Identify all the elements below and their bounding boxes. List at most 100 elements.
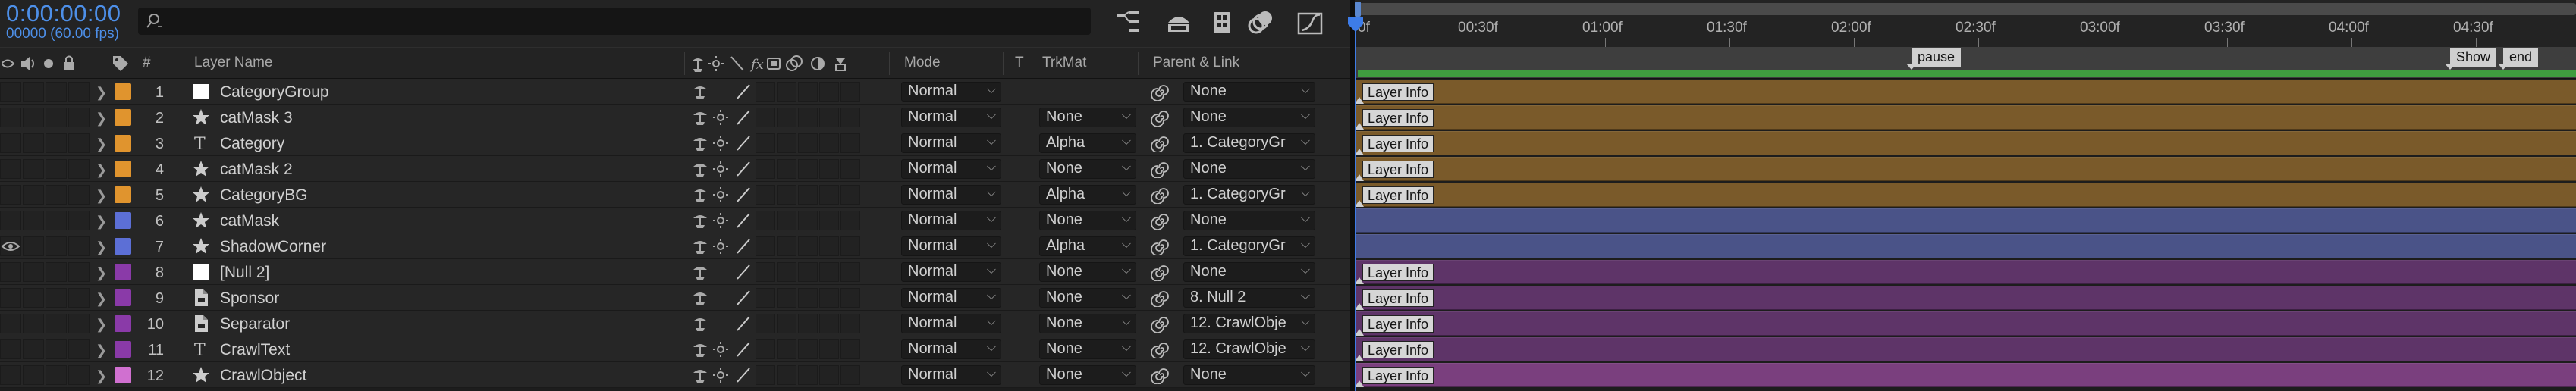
3d-layer-switch[interactable]	[840, 211, 860, 230]
audio-toggle[interactable]	[23, 314, 44, 333]
label-color-swatch[interactable]	[115, 109, 131, 126]
video-visibility-toggle[interactable]	[0, 82, 21, 102]
blend-mode-select[interactable]: Normal ⌵	[901, 314, 1001, 333]
adjustment-layer-switch[interactable]	[819, 133, 839, 153]
video-visibility-toggle[interactable]	[0, 185, 21, 205]
track-matte-select[interactable]: Alpha ⌵	[1039, 133, 1136, 153]
layer-name[interactable]: CategoryGroup	[220, 83, 329, 102]
time-navigator-bar[interactable]	[1355, 3, 2576, 15]
label-color-swatch[interactable]	[115, 367, 131, 383]
track-matte-select[interactable]: None ⌵	[1039, 339, 1136, 359]
motion-blur-switch[interactable]	[798, 108, 818, 127]
column-header-mode[interactable]: Mode	[904, 55, 941, 71]
layer-name[interactable]: Separator	[220, 315, 290, 333]
lock-toggle[interactable]	[68, 339, 90, 359]
parent-pickwhip-icon[interactable]	[1151, 263, 1170, 281]
draft-3d-icon[interactable]	[1162, 8, 1195, 38]
current-time-display[interactable]: 0:00:00:00	[6, 0, 121, 27]
shy-switch-icon[interactable]	[690, 366, 710, 384]
lock-toggle[interactable]	[68, 159, 90, 179]
blend-mode-select[interactable]: Normal ⌵	[901, 288, 1001, 308]
frame-blending-switch[interactable]	[777, 159, 796, 179]
quality-switch-icon[interactable]	[734, 237, 752, 255]
layer-name[interactable]: catMask 3	[220, 109, 293, 127]
parent-pickwhip-icon[interactable]	[1151, 160, 1170, 178]
motion-blur-switch[interactable]	[798, 288, 818, 308]
layer-marker-label[interactable]: Layer Info	[1362, 186, 1434, 204]
expand-layer-chevron-icon[interactable]: ❯	[96, 343, 107, 358]
motion-blur-switch[interactable]	[798, 82, 818, 102]
audio-toggle[interactable]	[23, 236, 44, 256]
layer-row[interactable]: ❯ 10 Separator Normal ⌵ None ⌵ 12. CrawlOb…	[0, 311, 1350, 336]
layer-name[interactable]: Category	[220, 135, 284, 153]
3d-layer-switch[interactable]	[840, 339, 860, 359]
collapse-transform-switch-icon[interactable]	[712, 366, 730, 384]
parent-select[interactable]: 1. CategoryGr ⌵	[1183, 133, 1315, 153]
expand-layer-chevron-icon[interactable]: ❯	[96, 214, 107, 230]
motion-blur-switch[interactable]	[798, 365, 818, 385]
parent-pickwhip-icon[interactable]	[1151, 289, 1170, 307]
audio-toggle[interactable]	[23, 288, 44, 308]
label-color-swatch[interactable]	[115, 264, 131, 280]
blend-mode-select[interactable]: Normal ⌵	[901, 108, 1001, 127]
layer-marker-label[interactable]: Layer Info	[1362, 341, 1434, 358]
parent-select[interactable]: 12. CrawlObje ⌵	[1183, 314, 1315, 333]
blend-mode-select[interactable]: Normal ⌵	[901, 236, 1001, 256]
shy-switch-icon[interactable]	[690, 340, 710, 358]
track-matte-select[interactable]: Alpha ⌵	[1039, 185, 1136, 205]
parent-select[interactable]: 12. CrawlObje ⌵	[1183, 339, 1315, 359]
3d-layer-switch[interactable]	[840, 314, 860, 333]
collapse-transform-switch-icon[interactable]	[712, 160, 730, 178]
label-color-swatch[interactable]	[115, 212, 131, 229]
layer-name[interactable]: ShadowCorner	[220, 238, 326, 256]
parent-select[interactable]: None ⌵	[1183, 82, 1315, 102]
parent-pickwhip-icon[interactable]	[1151, 134, 1170, 152]
effects-switch[interactable]	[756, 339, 775, 359]
parent-select[interactable]: 8. Null 2 ⌵	[1183, 288, 1315, 308]
column-header-track-matte[interactable]: TrkMat	[1042, 55, 1086, 71]
motion-blur-switch[interactable]	[798, 262, 818, 282]
blend-mode-select[interactable]: Normal ⌵	[901, 365, 1001, 385]
layer-duration-bar[interactable]: Layer Info	[1355, 363, 2576, 387]
layer-duration-bar[interactable]: Layer Info	[1355, 286, 2576, 310]
solo-toggle[interactable]	[46, 133, 67, 153]
layer-search-input[interactable]	[138, 8, 1091, 35]
motion-blur-switch[interactable]	[798, 314, 818, 333]
video-visibility-toggle[interactable]	[0, 236, 21, 256]
parent-pickwhip-icon[interactable]	[1151, 237, 1170, 255]
parent-pickwhip-icon[interactable]	[1151, 83, 1170, 101]
3d-layer-switch[interactable]	[840, 288, 860, 308]
parent-select[interactable]: None ⌵	[1183, 365, 1315, 385]
solo-toggle[interactable]	[46, 211, 67, 230]
graph-editor-icon[interactable]	[1294, 8, 1327, 38]
layer-name[interactable]: CategoryBG	[220, 186, 308, 205]
shy-switch-icon[interactable]	[690, 108, 710, 127]
layer-name[interactable]: [Null 2]	[220, 264, 269, 282]
track-matte-select[interactable]: None ⌵	[1039, 262, 1136, 282]
lock-toggle[interactable]	[68, 82, 90, 102]
shy-switch-icon[interactable]	[690, 263, 710, 281]
quality-switch-icon[interactable]	[734, 314, 752, 333]
quality-switch-icon[interactable]	[734, 366, 752, 384]
layer-row[interactable]: ❯ 7 ShadowCorner Normal ⌵ Alpha ⌵ 1. Categ…	[0, 233, 1350, 259]
column-header-number[interactable]: #	[143, 55, 151, 71]
lock-toggle[interactable]	[68, 108, 90, 127]
track-matte-select[interactable]: None ⌵	[1039, 108, 1136, 127]
shy-switch-icon[interactable]	[690, 237, 710, 255]
parent-pickwhip-icon[interactable]	[1151, 108, 1170, 127]
blend-mode-select[interactable]: Normal ⌵	[901, 82, 1001, 102]
layer-duration-bar[interactable]	[1356, 234, 2576, 258]
parent-select[interactable]: 1. CategoryGr ⌵	[1183, 236, 1315, 256]
video-visibility-toggle[interactable]	[0, 108, 21, 127]
adjustment-layer-switch[interactable]	[819, 314, 839, 333]
layer-duration-bar[interactable]: Layer Info	[1355, 260, 2576, 284]
frame-blending-switch[interactable]	[777, 211, 796, 230]
parent-select[interactable]: None ⌵	[1183, 108, 1315, 127]
shy-switch-icon[interactable]	[690, 211, 710, 230]
motion-blur-switch[interactable]	[798, 185, 818, 205]
layer-row[interactable]: ❯ 1 CategoryGroup Normal ⌵ None ⌵	[0, 79, 1350, 105]
layer-row[interactable]: ❯ 5 CategoryBG Normal ⌵ Alpha ⌵ 1. Categor…	[0, 182, 1350, 208]
layer-duration-bar[interactable]	[1356, 208, 2576, 233]
audio-toggle[interactable]	[23, 133, 44, 153]
frame-blending-switch[interactable]	[777, 288, 796, 308]
